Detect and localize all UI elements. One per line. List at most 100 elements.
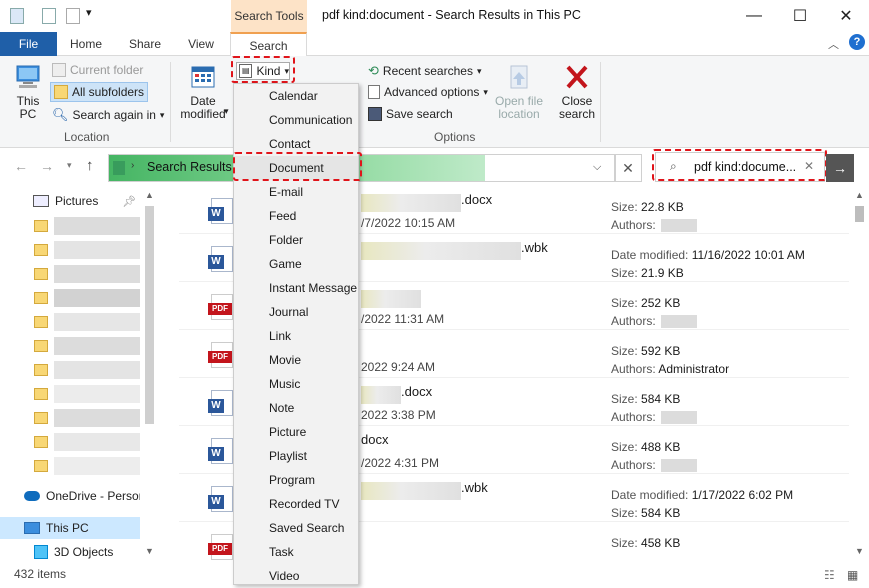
meta-value: 488 KB bbox=[641, 440, 681, 454]
search-input[interactable]: ⌕ pdf kind:docume... ✕ bbox=[655, 152, 825, 182]
scroll-up-icon[interactable]: ▲ bbox=[145, 190, 154, 200]
kind-menu-item[interactable]: Note bbox=[234, 396, 358, 420]
address-bar[interactable]: › Search Results i ⌵ bbox=[108, 154, 616, 182]
nav-item-folder[interactable] bbox=[0, 215, 140, 237]
meta-label: Size: bbox=[611, 536, 638, 550]
nav-item-onedrive[interactable]: OneDrive - Person bbox=[0, 485, 140, 507]
kind-menu-item[interactable]: Picture bbox=[234, 420, 358, 444]
nav-item-folder[interactable] bbox=[0, 431, 140, 453]
redacted-label bbox=[54, 313, 140, 331]
nav-item-3d-objects[interactable]: 3D Objects bbox=[0, 541, 140, 563]
date-modified-button[interactable]: Date modified ▾ bbox=[174, 62, 232, 121]
search-again-icon: 🔍︎ bbox=[52, 107, 69, 122]
kind-menu-item[interactable]: Link bbox=[234, 324, 358, 348]
nav-item-folder[interactable] bbox=[0, 239, 140, 261]
kind-menu-item[interactable]: Communication bbox=[234, 108, 358, 132]
search-go-button[interactable]: → bbox=[826, 154, 854, 182]
back-icon[interactable]: ← bbox=[14, 158, 28, 174]
address-dropdown-icon[interactable]: ⌵ bbox=[593, 161, 601, 174]
kind-menu-item[interactable]: Document bbox=[234, 156, 358, 180]
close-search-button[interactable]: Close search bbox=[556, 62, 598, 121]
scroll-down-icon[interactable]: ▼ bbox=[855, 546, 864, 556]
dropdown-arrow-icon: ▾ bbox=[476, 65, 482, 76]
kind-menu-item[interactable]: Music bbox=[234, 372, 358, 396]
properties-icon[interactable] bbox=[42, 8, 56, 24]
kind-menu-item[interactable]: Task bbox=[234, 540, 358, 564]
kind-menu-item[interactable]: Folder bbox=[234, 228, 358, 252]
stop-search-icon[interactable]: ✕ bbox=[614, 154, 642, 182]
nav-item-folder[interactable] bbox=[0, 407, 140, 429]
details-view-icon[interactable]: ☷ bbox=[824, 568, 835, 582]
help-icon[interactable]: ? bbox=[849, 34, 865, 50]
kind-menu-item[interactable]: Instant Message bbox=[234, 276, 358, 300]
meta-value: 252 KB bbox=[641, 296, 681, 310]
save-search-button[interactable]: Save search bbox=[368, 107, 453, 121]
pin-icon[interactable]: 📌︎ bbox=[122, 195, 136, 208]
redacted-label bbox=[54, 241, 140, 259]
kind-menu-item[interactable]: Video bbox=[234, 564, 358, 588]
cloud-icon bbox=[24, 491, 40, 501]
nav-item-this-pc[interactable]: This PC bbox=[0, 517, 140, 539]
advanced-options-button[interactable]: Advanced options ▾ bbox=[368, 85, 488, 99]
customize-qat-icon[interactable]: ▾ bbox=[86, 6, 92, 19]
scroll-thumb[interactable] bbox=[145, 206, 154, 424]
forward-icon[interactable]: → bbox=[40, 158, 54, 174]
pictures-icon bbox=[33, 195, 49, 207]
redacted-author bbox=[661, 315, 697, 328]
meta-label: Size: bbox=[611, 440, 638, 454]
save-search-label: Save search bbox=[386, 107, 453, 121]
nav-item-folder[interactable] bbox=[0, 263, 140, 285]
results-scrollbar[interactable]: ▲ ▼ bbox=[851, 186, 868, 566]
clear-search-icon[interactable]: ✕ bbox=[804, 159, 814, 173]
scroll-up-icon[interactable]: ▲ bbox=[855, 190, 864, 200]
kind-menu-item[interactable]: E-mail bbox=[234, 180, 358, 204]
close-button[interactable]: ✕ bbox=[823, 0, 869, 32]
nav-item-folder[interactable] bbox=[0, 383, 140, 405]
kind-menu-item[interactable]: Journal bbox=[234, 300, 358, 324]
nav-item-pictures[interactable]: Pictures 📌︎ bbox=[0, 190, 140, 212]
nav-item-folder[interactable] bbox=[0, 287, 140, 309]
close-search-label: Close search bbox=[558, 94, 596, 121]
all-subfolders-button[interactable]: All subfolders bbox=[50, 82, 149, 102]
maximize-button[interactable]: ☐ bbox=[777, 0, 823, 32]
up-icon[interactable]: ↑ bbox=[86, 157, 94, 174]
collapse-ribbon-icon[interactable]: ︿ bbox=[828, 36, 839, 52]
nav-item-folder[interactable] bbox=[0, 359, 140, 381]
nav-item-folder[interactable] bbox=[0, 455, 140, 477]
redacted-name bbox=[361, 482, 461, 500]
search-again-in-button[interactable]: 🔍︎ Search again in ▾ bbox=[52, 107, 164, 123]
kind-menu-item[interactable]: Calendar bbox=[234, 84, 358, 108]
scroll-down-icon[interactable]: ▼ bbox=[145, 546, 154, 556]
kind-menu-item[interactable]: Movie bbox=[234, 348, 358, 372]
tab-share[interactable]: Share bbox=[122, 32, 168, 56]
tab-home[interactable]: Home bbox=[62, 32, 110, 56]
file-meta2: Authors: bbox=[611, 218, 697, 232]
nav-scrollbar[interactable]: ▲ ▼ bbox=[141, 186, 158, 566]
nav-label: OneDrive - Person bbox=[46, 489, 140, 503]
recent-locations-icon[interactable]: ▾ bbox=[67, 160, 72, 171]
kind-menu-item[interactable]: Contact bbox=[234, 132, 358, 156]
new-folder-icon[interactable] bbox=[66, 8, 80, 24]
current-folder-button[interactable]: Current folder bbox=[52, 63, 143, 77]
kind-button[interactable]: ▤ Kind ▾ bbox=[236, 62, 290, 80]
meta-label: Authors: bbox=[611, 362, 656, 376]
recent-searches-button[interactable]: ⟲ Recent searches ▾ bbox=[368, 63, 481, 79]
tab-search[interactable]: Search bbox=[230, 32, 307, 57]
kind-menu-item[interactable]: Game bbox=[234, 252, 358, 276]
kind-menu-item[interactable]: Feed bbox=[234, 204, 358, 228]
kind-menu-item[interactable]: Playlist bbox=[234, 444, 358, 468]
kind-menu-item[interactable]: Saved Search bbox=[234, 516, 358, 540]
nav-item-folder[interactable] bbox=[0, 335, 140, 357]
this-pc-button[interactable]: This PC bbox=[8, 62, 48, 121]
kind-menu-item[interactable]: Recorded TV bbox=[234, 492, 358, 516]
tab-file[interactable]: File bbox=[0, 32, 57, 56]
nav-item-folder[interactable] bbox=[0, 311, 140, 333]
large-icons-view-icon[interactable]: ▦ bbox=[847, 568, 858, 582]
kind-menu-item[interactable]: Program bbox=[234, 468, 358, 492]
scroll-thumb[interactable] bbox=[855, 206, 864, 222]
file-meta2: Authors: bbox=[611, 410, 697, 424]
open-file-location-button[interactable]: Open file location bbox=[492, 62, 546, 121]
minimize-button[interactable]: — bbox=[731, 0, 777, 32]
tab-view[interactable]: View bbox=[178, 32, 224, 56]
word-file-icon bbox=[208, 486, 233, 512]
